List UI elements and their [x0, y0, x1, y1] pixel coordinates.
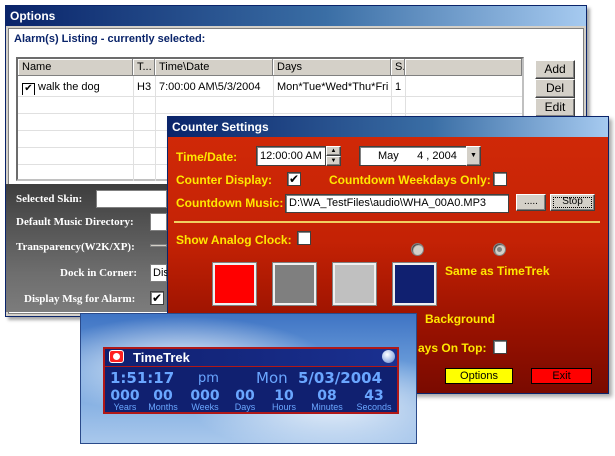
countdown-weekdays-label: Countdown Weekdays Only:	[329, 173, 491, 187]
timetrek-day: Mon	[256, 369, 288, 387]
options-titlebar: Options	[6, 6, 586, 26]
always-on-top-checkbox[interactable]	[493, 340, 507, 354]
selected-skin-label: Selected Skin:	[16, 193, 83, 205]
color-swatch-navy[interactable]	[393, 263, 436, 305]
always-on-top-label: ays On Top:	[418, 341, 487, 355]
globe-icon[interactable]	[382, 350, 395, 363]
counter-weeks-unit: Weeks	[191, 402, 219, 412]
default-music-dir-label: Default Music Directory:	[16, 216, 134, 228]
radio-option-1[interactable]	[411, 243, 424, 256]
timetrek-date: 5/03/2004	[298, 369, 383, 387]
time-up-arrow-icon[interactable]: ▲	[326, 146, 341, 156]
column-header-days[interactable]: Days	[273, 59, 391, 76]
table-row[interactable]: ✔ walk the dog H3 7:00:00 AM\5/3/2004 Mon…	[18, 79, 405, 95]
browse-button[interactable]: .....	[516, 194, 546, 211]
countdown-music-label: Countdown Music:	[176, 196, 284, 210]
row-s: 1	[395, 81, 402, 93]
alarm-clock-icon	[109, 350, 124, 363]
exit-button[interactable]: Exit	[531, 368, 592, 384]
stop-button[interactable]: Stop	[550, 194, 595, 211]
time-date-label: Time/Date:	[176, 150, 238, 164]
date-picker[interactable]: May 4 , 2004	[359, 146, 467, 166]
time-down-arrow-icon[interactable]: ▼	[326, 156, 341, 166]
color-swatch-gray[interactable]	[273, 263, 316, 305]
show-analog-clock-label: Show Analog Clock:	[176, 233, 292, 247]
counter-display-label: Counter Display:	[176, 173, 273, 187]
column-header-name[interactable]: Name	[18, 59, 133, 76]
color-swatch-red[interactable]	[213, 263, 256, 305]
timetrek-title-divider	[103, 366, 399, 367]
dock-corner-select[interactable]: Dis	[150, 264, 169, 282]
counter-days-unit: Days	[234, 402, 256, 412]
transparency-slider[interactable]	[150, 244, 167, 247]
countdown-weekdays-checkbox[interactable]	[493, 172, 507, 186]
display-msg-checkbox[interactable]: ✔	[150, 291, 164, 305]
same-as-timetrek-label: Same as TimeTrek	[445, 264, 550, 278]
default-music-dir-field[interactable]	[150, 213, 167, 231]
timetrek-time: 1:51:17	[110, 369, 175, 387]
color-swatch-silver[interactable]	[333, 263, 376, 305]
show-analog-clock-checkbox[interactable]	[297, 231, 311, 245]
row-time-date: 7:00:00 AM\5/3/2004	[159, 81, 261, 93]
column-header-time-date[interactable]: Time\Date	[155, 59, 273, 76]
transparency-label: Transparency(W2K/XP):	[16, 241, 135, 253]
music-path-input[interactable]: D:\WA_TestFiles\audio\WHA_00A0.MP3	[285, 194, 509, 213]
column-header-type[interactable]: T...	[133, 59, 155, 76]
background-label: Background	[425, 312, 496, 326]
add-button[interactable]: Add	[535, 60, 575, 79]
counter-minutes-unit: Minutes	[311, 402, 343, 412]
counter-seconds-unit: Seconds	[356, 402, 392, 412]
selected-skin-field[interactable]	[96, 190, 167, 208]
counter-months-unit: Months	[148, 402, 178, 412]
options-button[interactable]: Options	[445, 368, 513, 384]
counter-hours-unit: Hours	[271, 402, 296, 412]
edit-button[interactable]: Edit	[535, 98, 575, 117]
row-enable-checkbox[interactable]: ✔	[22, 83, 35, 95]
alarm-listing-title: Alarm(s) Listing - currently selected:	[14, 33, 206, 45]
column-header-s[interactable]: S...	[391, 59, 405, 76]
counter-settings-titlebar: Counter Settings	[168, 117, 608, 137]
display-msg-label: Display Msg for Alarm:	[24, 293, 136, 305]
timetrek-ampm: pm	[198, 371, 219, 386]
row-days: Mon*Tue*Wed*Thu*Fri	[277, 81, 389, 93]
section-divider	[174, 221, 600, 223]
timetrek-title: TimeTrek	[133, 350, 190, 365]
radio-option-2[interactable]	[493, 243, 506, 256]
del-button[interactable]: Del	[535, 79, 575, 98]
alarm-list-header: Name T... Time\Date Days S...	[18, 59, 522, 76]
row-type: H3	[137, 81, 152, 93]
column-header-filler	[405, 59, 522, 76]
counter-years-unit: Years	[113, 402, 137, 412]
row-name: walk the dog	[38, 81, 100, 93]
date-dropdown-icon[interactable]: ▼	[466, 146, 481, 166]
dock-corner-label: Dock in Corner:	[60, 267, 137, 279]
row-name-cell[interactable]: ✔ walk the dog	[18, 79, 133, 95]
time-input[interactable]: 12:00:00 AM	[256, 146, 326, 166]
counter-display-checkbox[interactable]: ✔	[287, 172, 301, 186]
